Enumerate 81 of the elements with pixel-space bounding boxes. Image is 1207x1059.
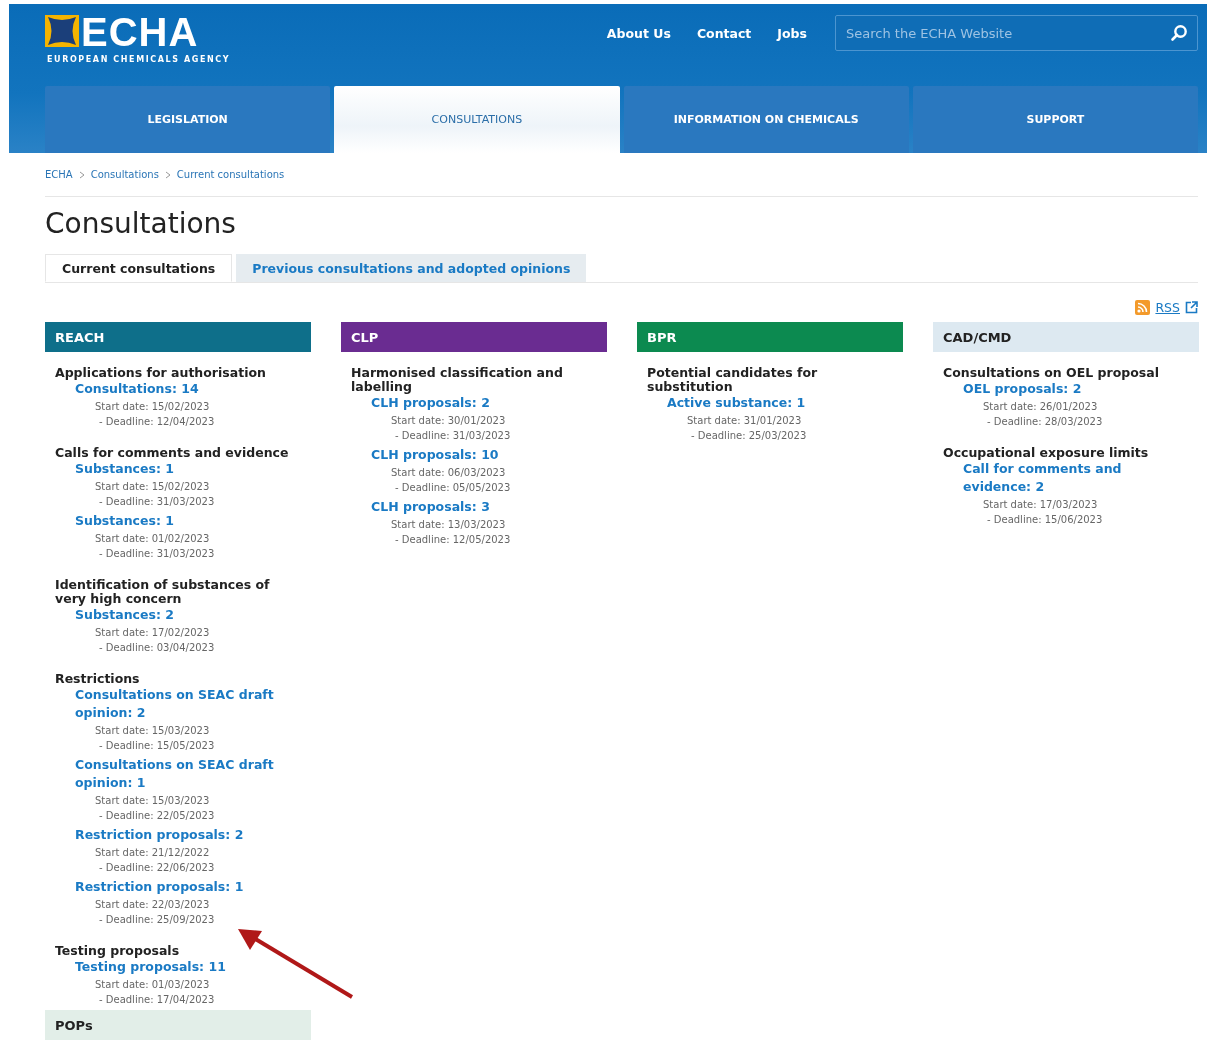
search-field[interactable]: Search the ECHA Website <box>835 15 1198 51</box>
consultation-link[interactable]: Consultations on SEAC draft opinion: 1 <box>75 756 301 792</box>
consultation-link[interactable]: Consultations on SEAC draft opinion: 2 <box>75 686 301 722</box>
deadline-date: - Deadline: 28/03/2023 <box>986 415 1104 429</box>
deadline-date: - Deadline: 12/05/2023 <box>394 533 512 547</box>
external-link-icon[interactable] <box>1185 300 1198 314</box>
chevron-icon <box>78 170 85 179</box>
tab[interactable]: Current consultations <box>45 254 233 282</box>
start-date: Start date: 30/01/2023 <box>390 414 507 428</box>
start-date: Start date: 15/03/2023 <box>94 724 211 738</box>
deadline-date: - Deadline: 31/03/2023 <box>394 429 512 443</box>
start-date: Start date: 15/02/2023 <box>94 400 211 414</box>
deadline-date: - Deadline: 03/04/2023 <box>98 641 216 655</box>
tab[interactable]: Previous consultations and adopted opinions <box>236 254 587 282</box>
nav-tab[interactable]: LEGISLATION <box>45 86 331 153</box>
rss-link[interactable]: RSS <box>1155 299 1180 315</box>
nav-tab[interactable]: CONSULTATIONS <box>334 86 620 153</box>
start-date: Start date: 22/03/2023 <box>94 898 211 912</box>
deadline-date: - Deadline: 22/05/2023 <box>98 809 216 823</box>
logo-text[interactable]: ECHA <box>81 11 231 53</box>
consultation-link[interactable]: Restriction proposals: 1 <box>75 878 301 896</box>
logo-subtitle: EUROPEAN CHEMICALS AGENCY <box>47 55 231 65</box>
group-heading: Harmonised classification and labelling <box>351 366 564 394</box>
breadcrumb-link[interactable]: Consultations <box>90 169 159 180</box>
start-date: Start date: 26/01/2023 <box>982 400 1099 414</box>
start-date: Start date: 06/03/2023 <box>390 466 507 480</box>
deadline-date: - Deadline: 31/03/2023 <box>98 547 216 561</box>
section-header: CLP <box>341 322 607 352</box>
group-heading: Restrictions <box>55 672 141 686</box>
deadline-date: - Deadline: 25/09/2023 <box>98 913 216 927</box>
nav-tab[interactable]: INFORMATION ON CHEMICALS <box>623 86 909 153</box>
start-date: Start date: 21/12/2022 <box>94 846 211 860</box>
nav-tab[interactable]: SUPPORT <box>912 86 1198 153</box>
consultation-link[interactable]: Substances: 1 <box>75 460 301 478</box>
consultation-link[interactable]: CLH proposals: 10 <box>371 446 597 464</box>
consultation-link[interactable]: Testing proposals: 11 <box>75 958 301 976</box>
start-date: Start date: 17/03/2023 <box>982 498 1099 512</box>
consultation-link[interactable]: Substances: 2 <box>75 606 301 624</box>
breadcrumb-link[interactable]: Current consultations <box>176 169 285 180</box>
start-date: Start date: 31/01/2023 <box>686 414 803 428</box>
deadline-date: - Deadline: 17/04/2023 <box>98 993 216 1007</box>
top-link[interactable]: Contact <box>696 26 752 41</box>
chevron-icon <box>164 170 171 179</box>
consultation-link[interactable]: Restriction proposals: 2 <box>75 826 301 844</box>
consultation-link[interactable]: Consultations: 14 <box>75 380 301 398</box>
start-date: Start date: 15/03/2023 <box>94 794 211 808</box>
group-heading: Testing proposals <box>55 944 181 958</box>
deadline-date: - Deadline: 25/03/2023 <box>690 429 808 443</box>
breadcrumb-link[interactable]: ECHA <box>45 169 73 180</box>
group-heading: Calls for comments and evidence <box>55 446 290 460</box>
consultation-link[interactable]: Call for comments and evidence: 2 <box>963 460 1189 496</box>
group-heading: Occupational exposure limits <box>943 446 1150 460</box>
section-header: BPR <box>637 322 903 352</box>
group-heading: Applications for authorisation <box>55 366 267 380</box>
deadline-date: - Deadline: 31/03/2023 <box>98 495 216 509</box>
start-date: Start date: 13/03/2023 <box>390 518 507 532</box>
start-date: Start date: 15/02/2023 <box>94 480 211 494</box>
top-link[interactable]: About Us <box>606 26 671 41</box>
deadline-date: - Deadline: 15/05/2023 <box>98 739 216 753</box>
deadline-date: - Deadline: 15/06/2023 <box>986 513 1104 527</box>
section-header: POPs <box>45 1010 311 1040</box>
consultation-link[interactable]: Active substance: 1 <box>667 394 893 412</box>
page-title: Consultations <box>45 207 237 240</box>
consultation-link[interactable]: CLH proposals: 2 <box>371 394 597 412</box>
group-heading: Potential candidates for substitution <box>647 366 819 394</box>
group-heading: Consultations on OEL proposal <box>943 366 1160 380</box>
consultation-link[interactable]: CLH proposals: 3 <box>371 498 597 516</box>
search-icon[interactable] <box>1170 24 1188 42</box>
deadline-date: - Deadline: 05/05/2023 <box>394 481 512 495</box>
deadline-date: - Deadline: 22/06/2023 <box>98 861 216 875</box>
top-link[interactable]: Jobs <box>777 26 807 41</box>
consultation-link[interactable]: Substances: 1 <box>75 512 301 530</box>
start-date: Start date: 01/03/2023 <box>94 978 211 992</box>
start-date: Start date: 17/02/2023 <box>94 626 211 640</box>
start-date: Start date: 01/02/2023 <box>94 532 211 546</box>
logo-icon[interactable] <box>45 15 79 47</box>
group-heading: Identification of substances of very high concern <box>55 578 271 606</box>
consultation-link[interactable]: OEL proposals: 2 <box>963 380 1189 398</box>
section-header: REACH <box>45 322 311 352</box>
section-header: CAD/CMD <box>933 322 1199 352</box>
deadline-date: - Deadline: 12/04/2023 <box>98 415 216 429</box>
